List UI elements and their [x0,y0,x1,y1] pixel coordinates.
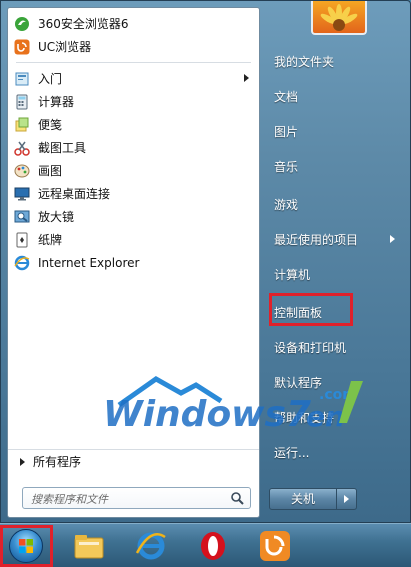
program-label: 截图工具 [38,141,87,155]
shutdown-label: 关机 [290,492,315,506]
user-picture[interactable] [311,1,367,35]
opera-icon[interactable] [196,529,230,563]
program-label: UC浏览器 [38,40,92,54]
search-box [22,487,251,509]
internet-explorer-icon[interactable] [134,529,168,563]
program-item-calculator[interactable]: 计算器 [8,90,259,113]
getting-started-icon [14,71,30,87]
program-label: Internet Explorer [38,255,140,270]
search-input[interactable] [29,489,223,509]
ie-icon [14,255,30,271]
program-label: 放大镜 [38,210,75,224]
program-item-360-browser[interactable]: 360安全浏览器6 [8,12,259,35]
control-panel-highlight [269,293,353,326]
all-programs-label: 所有程序 [33,455,82,469]
right-item-devices-printers[interactable]: 设备和打印机 [267,334,407,360]
program-item-sticky-notes[interactable]: 便笺 [8,113,259,136]
uc-browser-icon [14,39,30,55]
program-label: 远程桌面连接 [38,187,111,201]
program-item-uc-browser[interactable]: UC浏览器 [8,35,259,58]
right-item-documents[interactable]: 文档 [267,83,407,109]
program-item-snipping-tool[interactable]: 截图工具 [8,136,259,159]
right-item-label: 计算机 [274,267,311,282]
program-label: 画图 [38,164,63,178]
search-icon[interactable] [230,491,244,505]
program-item-internet-explorer[interactable]: Internet Explorer [8,251,259,274]
right-item-label: 我的文件夹 [274,54,335,69]
file-explorer-icon[interactable] [72,529,106,563]
right-item-music[interactable]: 音乐 [267,153,407,179]
right-item-recent-items[interactable]: 最近使用的项目 [267,226,407,252]
shutdown-options-button[interactable] [337,488,357,510]
submenu-arrow-icon [244,74,249,82]
right-item-label: 图片 [274,124,299,139]
program-list: 360安全浏览器6 UC浏览器 入门 计算器 便笺 截图工具 画图 远程桌面连接… [8,12,259,274]
program-label: 计算器 [38,95,75,109]
program-item-remote-desktop[interactable]: 远程桌面连接 [8,182,259,205]
magnifier-icon [14,209,30,225]
remote-desktop-icon [14,186,30,202]
right-item-label: 文档 [274,89,299,104]
shutdown-button[interactable]: 关机 [269,488,337,510]
sticky-notes-icon [14,117,30,133]
watermark-main: Windows7 [103,394,311,435]
program-item-solitaire[interactable]: 纸牌 [8,228,259,251]
right-item-label: 运行... [274,445,310,460]
snipping-tool-icon [14,140,30,156]
right-item-my-folder[interactable]: 我的文件夹 [267,48,407,74]
program-item-paint[interactable]: 画图 [8,159,259,182]
right-item-label: 音乐 [274,159,299,174]
360-browser-icon [14,16,30,32]
programs-pane: 360安全浏览器6 UC浏览器 入门 计算器 便笺 截图工具 画图 远程桌面连接… [7,7,260,518]
right-item-run[interactable]: 运行... [267,439,407,465]
right-item-label: 最近使用的项目 [274,232,359,247]
right-item-pictures[interactable]: 图片 [267,118,407,144]
all-programs-button[interactable]: 所有程序 [8,449,259,473]
program-label: 入门 [38,72,63,86]
all-programs-arrow-icon [20,457,25,466]
paint-icon [14,163,30,179]
watermark-suffix: en [306,400,345,433]
windows7-watermark: Windows7 en .com [103,376,363,435]
start-button-highlight [0,525,53,567]
calculator-icon [14,94,30,110]
program-label: 360安全浏览器6 [38,17,129,31]
right-item-label: 设备和打印机 [274,340,347,355]
program-label: 便笺 [38,118,63,132]
right-item-computer[interactable]: 计算机 [267,261,407,287]
right-item-games[interactable]: 游戏 [267,191,407,217]
uc-browser-icon[interactable] [258,529,292,563]
taskbar [0,523,411,567]
start-menu: 360安全浏览器6 UC浏览器 入门 计算器 便笺 截图工具 画图 远程桌面连接… [0,0,411,523]
solitaire-icon [14,232,30,248]
submenu-arrow-icon [390,235,395,243]
right-item-label: 游戏 [274,197,299,212]
separator [16,62,251,63]
program-label: 纸牌 [38,233,63,247]
program-item-magnifier[interactable]: 放大镜 [8,205,259,228]
program-item-getting-started[interactable]: 入门 [8,67,259,90]
